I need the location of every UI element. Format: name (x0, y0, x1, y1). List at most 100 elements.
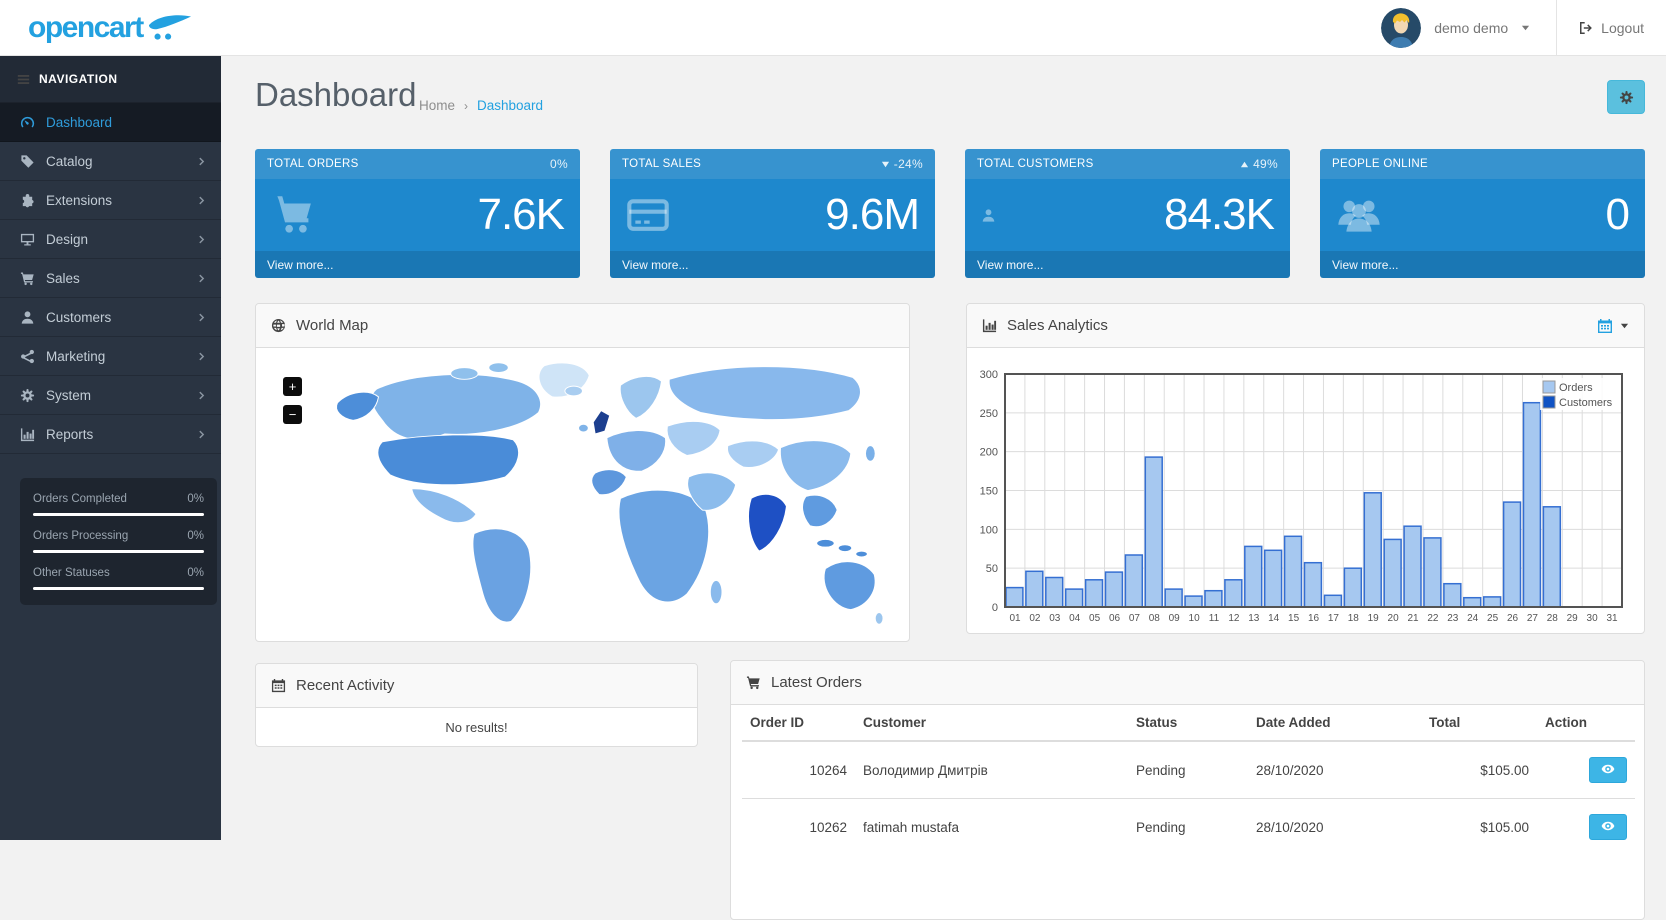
view-order-button[interactable] (1589, 814, 1627, 840)
logout-button[interactable]: Logout (1557, 0, 1666, 55)
sidebar-item-marketing[interactable]: Marketing (0, 337, 221, 376)
world-map-panel: World Map + − (255, 303, 910, 642)
breadcrumb-dashboard[interactable]: Dashboard (477, 98, 543, 113)
calendar-icon (1597, 318, 1613, 334)
view-more-link[interactable]: View more... (622, 258, 688, 272)
breadcrumb-home[interactable]: Home (419, 98, 455, 113)
order-id: 10262 (742, 799, 855, 856)
world-map-body: + − (256, 348, 909, 641)
view-order-button[interactable] (1589, 757, 1627, 783)
tile-value: 84.3K (1164, 190, 1274, 240)
sidebar-item-label: Marketing (46, 349, 105, 364)
order-id: 10264 (742, 741, 855, 799)
svg-text:21: 21 (1407, 613, 1419, 624)
user-menu[interactable]: demo demo (1355, 0, 1556, 55)
sidebar-item-catalog[interactable]: Catalog (0, 142, 221, 181)
sidebar-item-design[interactable]: Design (0, 220, 221, 259)
sidebar-item-customers[interactable]: Customers (0, 298, 221, 337)
svg-text:18: 18 (1348, 613, 1360, 624)
page-title: Dashboard (255, 76, 416, 114)
tile-body: 0 (1320, 179, 1645, 251)
main-content: Dashboard Home › Dashboard TOTAL ORDERS0… (221, 56, 1666, 840)
caret-down-icon (1620, 321, 1629, 330)
view-more-link[interactable]: View more... (1332, 258, 1398, 272)
date-range-dropdown[interactable] (1597, 318, 1629, 334)
sidebar-item-label: Reports (46, 427, 93, 442)
tile-label: TOTAL SALES (622, 158, 701, 170)
svg-text:19: 19 (1368, 613, 1380, 624)
col-action: Action (1537, 705, 1635, 741)
navigation-header: NAVIGATION (0, 56, 221, 103)
order-total: $105.00 (1421, 799, 1537, 856)
sidebar-item-extensions[interactable]: Extensions (0, 181, 221, 220)
opencart-logo[interactable]: opencart (0, 0, 221, 55)
svg-text:31: 31 (1606, 613, 1618, 624)
table-header-row: Order ID Customer Status Date Added Tota… (742, 705, 1635, 741)
sidebar-item-dashboard[interactable]: Dashboard (0, 103, 221, 142)
gear-icon (19, 388, 36, 403)
shopping-cart-solid-icon (271, 193, 315, 237)
settings-button[interactable] (1607, 80, 1645, 114)
share-icon (19, 349, 36, 364)
svg-text:24: 24 (1467, 613, 1479, 624)
latest-orders-table: Order ID Customer Status Date Added Tota… (742, 705, 1635, 855)
tile-footer: View more... (255, 251, 580, 278)
tile-header: TOTAL ORDERS0% (255, 149, 580, 179)
order-status: Pending (1128, 799, 1248, 856)
latest-orders-panel: Latest Orders Order ID Customer Status D… (730, 660, 1645, 920)
sales-analytics-panel-header: Sales Analytics (967, 304, 1644, 348)
breadcrumb: Home › Dashboard (419, 98, 543, 113)
svg-text:22: 22 (1427, 613, 1439, 624)
sales-analytics-chart: 0501001502002503000102030405060708091011… (967, 348, 1644, 633)
svg-text:200: 200 (980, 447, 998, 459)
tile-header: TOTAL CUSTOMERS49% (965, 149, 1290, 179)
svg-text:23: 23 (1447, 613, 1459, 624)
svg-text:15: 15 (1288, 613, 1300, 624)
stat-label: Other Statuses (33, 567, 110, 579)
sidebar-item-reports[interactable]: Reports (0, 415, 221, 454)
view-more-link[interactable]: View more... (977, 258, 1043, 272)
chevron-right-icon (197, 157, 206, 166)
latest-orders-body: Order ID Customer Status Date Added Tota… (731, 705, 1644, 855)
sidebar-item-system[interactable]: System (0, 376, 221, 415)
world-map-graphic[interactable] (318, 352, 884, 640)
map-zoom-in-button[interactable]: + (283, 377, 302, 396)
svg-text:11: 11 (1209, 613, 1220, 624)
svg-text:20: 20 (1388, 613, 1400, 624)
chevron-right-icon (197, 196, 206, 205)
sidebar-item-sales[interactable]: Sales (0, 259, 221, 298)
svg-text:250: 250 (980, 408, 998, 420)
world-map-title: World Map (296, 317, 368, 334)
breadcrumb-separator: › (464, 99, 468, 113)
sidebar: NAVIGATION Dashboard Catalog Extensions Des… (0, 56, 221, 840)
tile-body: 9.6M (610, 179, 935, 251)
svg-text:30: 30 (1587, 613, 1599, 624)
order-total: $105.00 (1421, 741, 1537, 799)
stat-value: 0% (187, 567, 204, 579)
dashboard-icon (19, 115, 36, 130)
world-map-panel-header: World Map (256, 304, 909, 348)
view-more-link[interactable]: View more... (267, 258, 333, 272)
stat-progress-bar (33, 513, 204, 516)
tile-value: 0 (1606, 190, 1629, 240)
recent-activity-title: Recent Activity (296, 677, 394, 694)
sidebar-item-label: Catalog (46, 154, 93, 169)
order-customer: Володимир Дмитрів (855, 741, 1128, 799)
sidebar-stat-orders-completed: Orders Completed0% (33, 493, 204, 516)
svg-text:27: 27 (1527, 613, 1539, 624)
order-row-10264: 10264Володимир ДмитрівPending28/10/2020$… (742, 741, 1635, 799)
map-zoom-out-button[interactable]: − (283, 405, 302, 424)
gear-icon (1619, 90, 1634, 105)
order-date-added: 28/10/2020 (1248, 741, 1421, 799)
user-icon (19, 310, 36, 325)
order-status: Pending (1128, 741, 1248, 799)
sidebar-item-label: Extensions (46, 193, 112, 208)
tile-total-sales: TOTAL SALES -24% 9.6M View more... (610, 149, 935, 278)
sales-analytics-panel: Sales Analytics 050100150200250300010203… (966, 303, 1645, 634)
svg-text:Orders: Orders (1559, 382, 1593, 394)
logout-icon (1579, 21, 1593, 35)
chevron-right-icon (197, 274, 206, 283)
tile-delta: -24% (881, 157, 923, 171)
puzzle-icon (19, 193, 36, 208)
stat-value: 0% (187, 493, 204, 505)
